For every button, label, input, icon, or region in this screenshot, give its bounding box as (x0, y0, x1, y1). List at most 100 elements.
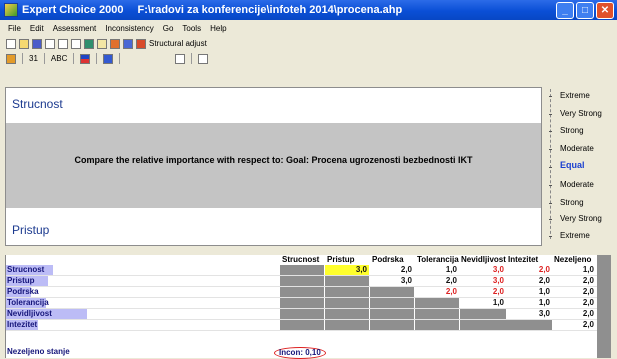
menu-assessment[interactable]: Assessment (53, 24, 97, 33)
people-icon[interactable] (123, 38, 133, 49)
matrix-cell[interactable]: 3,0 (460, 265, 506, 275)
questionnaire-icon[interactable] (103, 53, 114, 64)
matrix-cell[interactable]: 1,0 (506, 287, 552, 297)
blank-cell (280, 287, 324, 297)
col-header[interactable]: Podrska (372, 255, 404, 264)
comparison-prompt: Compare the relative importance with res… (74, 155, 473, 165)
row-label[interactable]: Podrska (6, 287, 39, 297)
toolbar-divider (191, 53, 193, 64)
menu-tools[interactable]: Tools (182, 24, 201, 33)
matrix-cell[interactable]: 2,0 (506, 265, 552, 275)
table-row: Strucnost 3,0 2,0 1,0 3,0 2,0 1,0 (6, 265, 611, 276)
matrix-cell[interactable]: 2,0 (415, 276, 459, 286)
matrix-cell[interactable]: 2,0 (415, 287, 459, 297)
comparison-matrix: Strucnost Pristup Podrska Tolerancija Ne… (5, 255, 611, 359)
scale-strong-bottom[interactable]: Strong (560, 198, 584, 207)
toolbar-divider (73, 53, 75, 64)
undo-icon[interactable] (45, 38, 55, 49)
matrix-cell[interactable]: 2,0 (552, 276, 596, 286)
new-icon[interactable] (6, 38, 16, 49)
menu-go[interactable]: Go (163, 24, 174, 33)
blank-cell (280, 276, 324, 286)
grid-icon[interactable] (198, 53, 209, 64)
matrix-cell[interactable]: 1,0 (552, 265, 596, 275)
matrix-cell[interactable]: 2,0 (552, 309, 596, 319)
scale-very-strong-top[interactable]: Very Strong (560, 109, 602, 118)
palette-icon[interactable] (110, 38, 120, 49)
col-header[interactable]: Nezeljeno (554, 255, 591, 264)
blank-cell (280, 309, 324, 319)
open-icon[interactable] (19, 38, 29, 49)
node-top-label: Strucnost (12, 97, 63, 111)
menu-file[interactable]: File (8, 24, 21, 33)
preview-icon[interactable] (71, 38, 81, 49)
blank-cell (415, 320, 459, 330)
menu-help[interactable]: Help (210, 24, 226, 33)
scale-equal[interactable]: Equal (560, 160, 585, 170)
menu-bar: File Edit Assessment Inconsistency Go To… (0, 20, 617, 36)
save-icon[interactable] (32, 38, 42, 49)
blank-cell (415, 309, 459, 319)
blank-cell (370, 298, 414, 308)
matrix-cell[interactable]: 2,0 (552, 298, 596, 308)
app-icon (4, 3, 18, 17)
model-icon[interactable] (84, 38, 94, 49)
print-icon[interactable] (58, 38, 68, 49)
matrix-cell[interactable]: 1,0 (415, 265, 459, 275)
verbal-mode-button[interactable]: ABC (51, 54, 67, 63)
col-header[interactable]: Strucnost (282, 255, 319, 264)
col-header[interactable]: Tolerancija (417, 255, 459, 264)
blank-cell (370, 309, 414, 319)
row-label[interactable]: Tolerancija (6, 298, 49, 308)
diag-cell (370, 287, 414, 297)
scale-moderate-bottom[interactable]: Moderate (560, 180, 594, 189)
col-header[interactable]: Intezitet (508, 255, 538, 264)
row-label[interactable]: Nezeljeno stanje (6, 347, 70, 357)
toolbar-divider (96, 53, 98, 64)
matrix-cell[interactable]: 2,0 (552, 287, 596, 297)
row-label[interactable]: Pristup (6, 276, 35, 286)
menu-inconsistency[interactable]: Inconsistency (105, 24, 153, 33)
structural-adjust-button[interactable]: Structural adjust (149, 39, 207, 48)
minimize-button[interactable]: _ (556, 2, 574, 19)
verbal-comparison-panel: Strucnost Compare the relative importanc… (5, 87, 542, 246)
scale-moderate-top[interactable]: Moderate (560, 144, 594, 153)
matrix-cell[interactable]: 2,0 (370, 265, 414, 275)
comparison-toolbar: 31 ABC (0, 51, 617, 66)
music-icon[interactable] (97, 38, 107, 49)
table-row: Pristup 3,0 2,0 3,0 2,0 2,0 (6, 276, 611, 287)
matrix-icon[interactable] (175, 53, 186, 64)
scale-icon[interactable] (6, 53, 16, 64)
matrix-cell[interactable]: 3,0 (325, 265, 369, 275)
scale-strong-top[interactable]: Strong (560, 126, 584, 135)
numerical-mode-button[interactable]: 31 (29, 54, 38, 63)
matrix-cell[interactable]: 3,0 (506, 309, 552, 319)
table-row: Nevidljivost 3,0 2,0 (6, 309, 611, 320)
maximize-button[interactable]: □ (576, 2, 594, 19)
matrix-cell[interactable]: 1,0 (460, 298, 506, 308)
scale-extreme-top[interactable]: Extreme (560, 91, 590, 100)
close-button[interactable]: ✕ (596, 2, 614, 19)
matrix-cell[interactable]: 2,0 (460, 287, 506, 297)
title-bar[interactable]: Expert Choice 2000 F:\radovi za konferenc… (0, 0, 617, 20)
scale-very-strong-bottom[interactable]: Very Strong (560, 214, 602, 223)
graphical-mode-icon[interactable] (80, 53, 91, 64)
col-header[interactable]: Nevidljivost (461, 255, 507, 264)
menu-edit[interactable]: Edit (30, 24, 44, 33)
row-label[interactable]: Nevidljivost (6, 309, 52, 319)
verbal-scale[interactable]: Extreme Very Strong Strong Moderate Equa… (546, 87, 616, 244)
blank-cell (325, 298, 369, 308)
matrix-cell[interactable]: 2,0 (552, 320, 596, 330)
wand-icon[interactable] (136, 38, 146, 49)
toolbar-divider (119, 53, 121, 64)
matrix-cell[interactable]: 1,0 (506, 298, 552, 308)
row-label[interactable]: Intezitet (6, 320, 37, 330)
matrix-cell[interactable]: 2,0 (506, 276, 552, 286)
row-label[interactable]: Strucnost (6, 265, 44, 275)
matrix-cell[interactable]: 3,0 (370, 276, 414, 286)
col-header[interactable]: Pristup (327, 255, 355, 264)
matrix-cell[interactable]: 3,0 (460, 276, 506, 286)
table-row: Podrska 2,0 2,0 1,0 2,0 (6, 287, 611, 298)
scale-extreme-bottom[interactable]: Extreme (560, 231, 590, 240)
diag-cell (415, 298, 459, 308)
